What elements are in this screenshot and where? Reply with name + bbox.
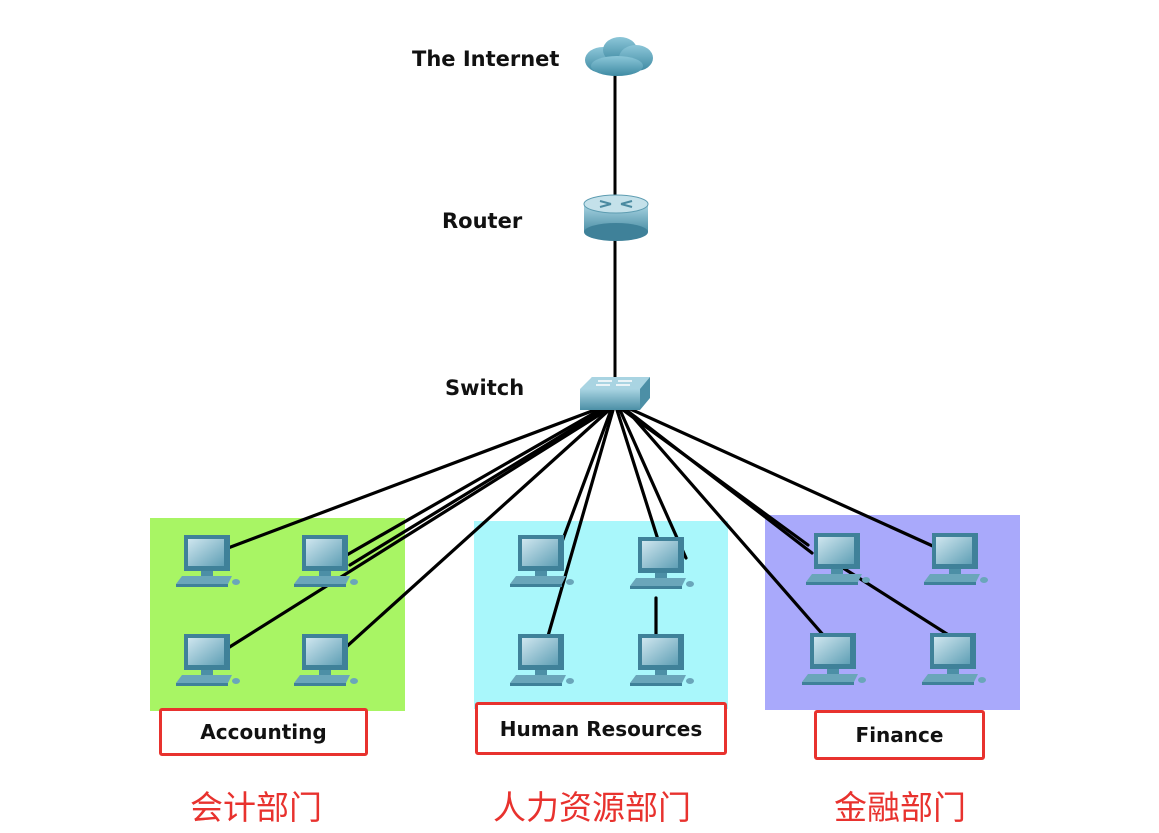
accounting-label: Accounting: [159, 708, 368, 756]
link-switch-hr-pc3: [546, 408, 615, 638]
switch-icon: [580, 377, 650, 410]
pc-icon: [294, 634, 358, 686]
pc-icon: [922, 633, 986, 685]
cloud-icon: [585, 37, 653, 76]
internet-label: The Internet: [412, 47, 560, 71]
finance-label: Finance: [814, 710, 985, 760]
hr-cn-label: 人力资源部门: [493, 788, 691, 827]
pc-icon: [924, 533, 988, 585]
hr-label: Human Resources: [475, 702, 727, 755]
router-label: Router: [442, 209, 523, 233]
pc-icon: [630, 537, 694, 589]
pc-icon: [294, 535, 358, 587]
link-switch-acc-pc4: [343, 408, 611, 650]
pc-icon: [176, 535, 240, 587]
switch-label: Switch: [445, 376, 525, 400]
pc-links: [226, 406, 960, 650]
pc-icon: [510, 634, 574, 686]
accounting-cn-label: 会计部门: [190, 788, 322, 827]
pc-icon: [802, 633, 866, 685]
pc-icon: [176, 634, 240, 686]
link-switch-acc-pc3: [226, 408, 609, 650]
router-icon: [583, 194, 649, 241]
finance-cn-label: 金融部门: [834, 788, 966, 827]
pc-icon: [630, 634, 694, 686]
